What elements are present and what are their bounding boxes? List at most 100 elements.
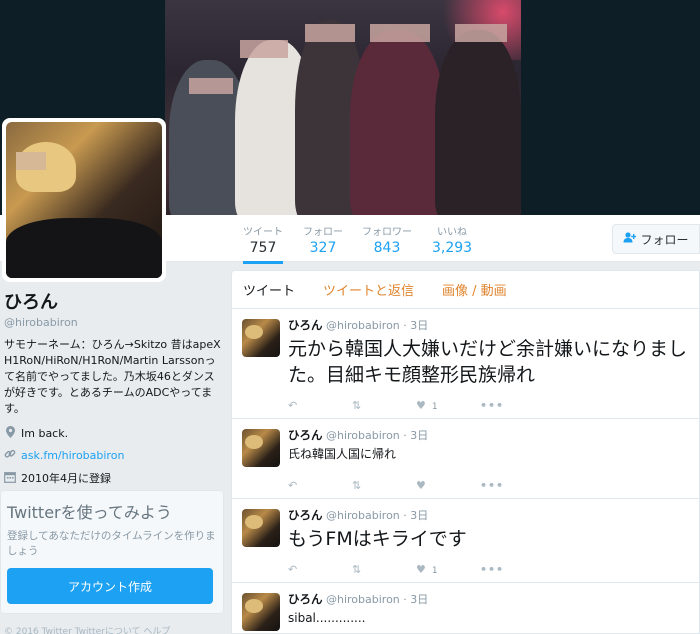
tweet-author-name[interactable]: ひろん (288, 508, 323, 522)
follow-button[interactable]: フォロー (612, 224, 700, 254)
profile-bio: サモナーネーム：ひろん→Skitzo 昔はapeX H1RoN/HiRoN/H1… (4, 338, 221, 415)
stat-followers-value: 843 (373, 240, 401, 256)
stat-likes[interactable]: いいね 3,293 (432, 223, 472, 256)
face-blur (455, 24, 507, 42)
stat-following-value: 327 (309, 240, 337, 256)
tweet-actions: ↶ ⇅ ♥ 1 ••• (288, 562, 689, 576)
location-pin-icon (4, 426, 16, 441)
avatar-hair (245, 435, 263, 449)
avatar-body (6, 218, 162, 278)
profile-name[interactable]: ひろん (4, 288, 224, 314)
create-account-button[interactable]: アカウント作成 (7, 568, 213, 604)
like-button[interactable]: ♥ 1 (416, 563, 480, 576)
header-photo-person (435, 30, 521, 215)
stat-likes-label: いいね (437, 227, 468, 238)
stat-following[interactable]: フォロー 327 (303, 223, 343, 256)
tweet-actions: ↶ ⇅ ♥ 1 ••• (288, 398, 689, 412)
avatar-hair (245, 515, 263, 529)
add-user-icon (623, 232, 637, 246)
stat-following-label: フォロー (303, 227, 343, 238)
tweet-author-name[interactable]: ひろん (288, 428, 323, 442)
calendar-icon (4, 471, 16, 486)
face-blur (16, 152, 46, 170)
retweet-icon[interactable]: ⇅ (352, 399, 416, 412)
more-icon[interactable]: ••• (480, 563, 504, 576)
tweet-timestamp[interactable]: · 3日 (403, 509, 428, 522)
like-button[interactable]: ♥ (416, 479, 480, 492)
stat-followers-label: フォロワー (362, 227, 412, 238)
tweet-text: 元から韓国人大嫌いだけど余計嫌いになりました。目細キモ顔整形民族帰れ (288, 338, 688, 386)
signup-title: Twitterを使ってみよう (7, 503, 172, 522)
retweet-icon[interactable]: ⇅ (352, 563, 416, 576)
reply-icon[interactable]: ↶ (288, 399, 352, 412)
tweet-header: ひろん @hirobabiron · 3日 (288, 427, 689, 443)
tweet-timestamp[interactable]: · 3日 (403, 319, 428, 332)
tweet-header: ひろん @hirobabiron · 3日 (288, 591, 689, 607)
tab-tweets[interactable]: ツイート (243, 280, 295, 299)
header-photo-person (350, 30, 445, 215)
tweet-author-handle[interactable]: @hirobabiron (326, 509, 400, 522)
tweet[interactable]: ひろん @hirobabiron · 3日 元から韓国人大嫌いだけど余計嫌いにな… (232, 309, 699, 419)
tweet-timestamp[interactable]: · 3日 (403, 593, 428, 606)
tweet-avatar[interactable] (242, 593, 280, 631)
profile-location-text: Im back. (21, 427, 69, 440)
face-blur (370, 24, 430, 42)
tweet-header: ひろん @hirobabiron · 3日 (288, 507, 689, 523)
more-icon[interactable]: ••• (480, 399, 504, 412)
reply-icon[interactable]: ↶ (288, 479, 352, 492)
avatar-hair (245, 599, 263, 613)
tab-media[interactable]: 画像 / 動画 (442, 280, 507, 299)
follow-button-label: フォロー (640, 232, 689, 247)
face-blur (305, 24, 355, 42)
profile-url: ask.fm/hirobabiron (4, 448, 224, 463)
tweet-avatar[interactable] (242, 429, 280, 467)
heart-icon: ♥ (416, 478, 426, 492)
header-photo (165, 0, 521, 215)
stat-tweets-label: ツイート (243, 227, 283, 238)
tweet-avatar[interactable] (242, 509, 280, 547)
tweet-header: ひろん @hirobabiron · 3日 (288, 317, 689, 333)
profile-handle[interactable]: @hirobabiron (4, 316, 224, 329)
tweet-timestamp[interactable]: · 3日 (403, 429, 428, 442)
stat-followers[interactable]: フォロワー 843 (362, 223, 412, 256)
heart-icon: ♥ (416, 398, 426, 412)
tweet-text: sibal............. (288, 611, 366, 625)
tab-tweets-and-replies[interactable]: ツイートと返信 (323, 280, 414, 299)
tweet-author-handle[interactable]: @hirobabiron (326, 593, 400, 606)
profile-avatar[interactable] (2, 118, 166, 282)
tweet-text: 氏ね韓国人国に帰れ (288, 447, 397, 461)
avatar-hair (245, 325, 263, 339)
tweet-actions: ↶ ⇅ ♥ ••• (288, 478, 689, 492)
tweet-text: もうFMはキライです (288, 528, 467, 550)
tweet-timeline: ツイート ツイートと返信 画像 / 動画 ひろん @hirobabiron · … (231, 270, 700, 634)
signup-module: Twitterを使ってみよう 登録してあなただけのタイムラインを作りましょう ア… (0, 490, 224, 614)
tweet-author-name[interactable]: ひろん (288, 318, 323, 332)
profile-card: ひろん @hirobabiron サモナーネーム：ひろん→Skitzo 昔はap… (4, 288, 224, 486)
profile-joined-text: 2010年4月に登録 (21, 472, 111, 485)
tweet[interactable]: ひろん @hirobabiron · 3日 氏ね韓国人国に帰れ ↶ ⇅ ♥ ••… (232, 419, 699, 499)
face-blur (189, 78, 233, 94)
tweet-author-handle[interactable]: @hirobabiron (326, 429, 400, 442)
face-blur (240, 40, 288, 58)
profile-location: Im back. (4, 426, 224, 441)
stat-tweets-value: 757 (249, 240, 277, 256)
profile-joined: 2010年4月に登録 (4, 470, 224, 486)
stat-likes-value: 3,293 (432, 240, 473, 256)
stat-tweets[interactable]: ツイート 757 (243, 223, 283, 264)
tweet-avatar[interactable] (242, 319, 280, 357)
link-icon (4, 448, 16, 463)
timeline-tabs: ツイート ツイートと返信 画像 / 動画 (232, 271, 699, 309)
like-count: 1 (431, 401, 438, 412)
footer-links: © 2016 Twitter Twitterについて ヘルプ (4, 627, 171, 634)
like-count: 1 (431, 565, 438, 576)
retweet-icon[interactable]: ⇅ (352, 479, 416, 492)
tweet-author-handle[interactable]: @hirobabiron (326, 319, 400, 332)
tweet-author-name[interactable]: ひろん (288, 592, 323, 606)
like-button[interactable]: ♥ 1 (416, 399, 480, 412)
tweet[interactable]: ひろん @hirobabiron · 3日 もうFMはキライです ↶ ⇅ ♥ 1 … (232, 499, 699, 583)
more-icon[interactable]: ••• (480, 479, 504, 492)
tweet[interactable]: ひろん @hirobabiron · 3日 sibal.............… (232, 583, 699, 633)
reply-icon[interactable]: ↶ (288, 563, 352, 576)
heart-icon: ♥ (416, 562, 426, 576)
profile-url-link[interactable]: ask.fm/hirobabiron (21, 449, 124, 462)
